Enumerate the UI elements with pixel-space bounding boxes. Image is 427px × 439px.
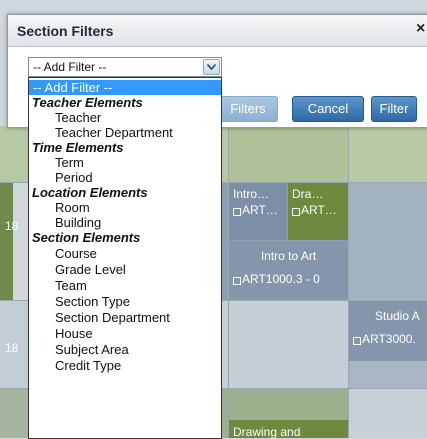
grid-cell: [348, 182, 427, 300]
dropdown-option-house[interactable]: House: [29, 326, 221, 341]
close-icon[interactable]: ×: [416, 19, 425, 39]
course-code: ART…: [301, 203, 337, 217]
course-title: Drawing and: [233, 425, 301, 438]
course-code: ART…: [242, 203, 278, 217]
dropdown-option-term[interactable]: Term: [29, 155, 221, 170]
select-value: -- Add Filter --: [33, 60, 107, 74]
dropdown-option-team[interactable]: Team: [29, 278, 221, 293]
dropdown-option-grade-level[interactable]: Grade Level: [29, 262, 221, 277]
row-number: 18: [5, 341, 19, 355]
grid-line: [348, 126, 349, 438]
cancel-button[interactable]: Cancel: [292, 96, 364, 122]
grid-cell: [222, 300, 348, 388]
course-block-studio[interactable]: Studio A ART3000.: [349, 301, 427, 361]
dropdown-option-section-department[interactable]: Section Department: [29, 310, 221, 325]
course-code: ART3000.: [362, 332, 416, 346]
dialog-title: Section Filters: [17, 23, 114, 39]
filter-button[interactable]: Filter: [371, 96, 417, 122]
row-number: 18: [5, 219, 19, 233]
chevron-down-icon[interactable]: [203, 59, 220, 75]
optgroup-teacher-elements: Teacher Elements: [32, 95, 143, 110]
dropdown-option-teacher-department[interactable]: Teacher Department: [29, 125, 221, 140]
grid-cell: [348, 388, 427, 438]
course-code: ART1000.3 - 0: [242, 272, 320, 286]
course-block-dra-short[interactable]: Dra… ART…: [288, 183, 348, 240]
optgroup-section-elements: Section Elements: [32, 230, 141, 245]
dropdown-option-building[interactable]: Building: [29, 215, 221, 230]
dropdown-option-course[interactable]: Course: [29, 246, 221, 261]
expand-icon: [233, 277, 241, 285]
clear-filters-button[interactable]: Filters: [218, 96, 278, 122]
optgroup-location-elements: Location Elements: [32, 185, 148, 200]
dropdown-option-add-filter[interactable]: -- Add Filter --: [29, 80, 221, 95]
course-title: Intro…: [233, 187, 270, 201]
grid-cell: [348, 126, 427, 182]
dropdown-option-section-type[interactable]: Section Type: [29, 294, 221, 309]
expand-icon: [353, 337, 361, 345]
add-filter-select[interactable]: -- Add Filter --: [28, 57, 222, 77]
dropdown-option-room[interactable]: Room: [29, 200, 221, 215]
course-block-intro-short[interactable]: Intro… ART…: [229, 183, 287, 240]
course-block-drawing[interactable]: Drawing and: [229, 420, 348, 438]
dropdown-option-period[interactable]: Period: [29, 170, 221, 185]
grid-cell: [228, 126, 348, 182]
course-title: Dra…: [292, 187, 324, 201]
course-block-intro-full[interactable]: Intro to Art ART1000.3 - 0: [229, 241, 348, 299]
optgroup-time-elements: Time Elements: [32, 140, 124, 155]
dropdown-option-credit-type[interactable]: Credit Type: [29, 358, 221, 373]
dialog-header: Section Filters ×: [8, 15, 427, 47]
course-title: Intro to Art: [260, 249, 317, 263]
expand-icon: [292, 208, 300, 216]
filter-dropdown-list: -- Add Filter -- Teacher Elements Teache…: [28, 77, 222, 439]
course-title: Studio A: [375, 309, 420, 323]
dropdown-option-subject-area[interactable]: Subject Area: [29, 342, 221, 357]
expand-icon: [233, 208, 241, 216]
dropdown-option-teacher[interactable]: Teacher: [29, 110, 221, 125]
